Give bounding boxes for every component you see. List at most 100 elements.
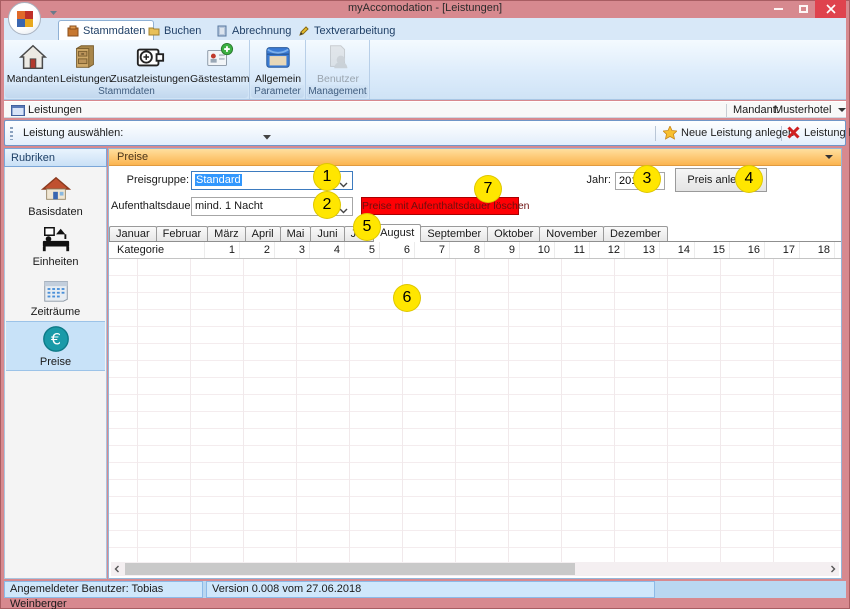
day-column-header: 7: [415, 242, 450, 258]
month-tab-maerz[interactable]: März: [207, 226, 245, 241]
mandant-label: Mandant:: [733, 104, 779, 116]
day-column-header: 10: [520, 242, 555, 258]
toolbar-grip-icon[interactable]: [10, 127, 13, 140]
status-bar: Angemeldeter Benutzer: Tobias Weinberger…: [4, 581, 846, 598]
leistungen-button[interactable]: Leistungen: [60, 42, 110, 86]
month-tab-januar[interactable]: Januar: [109, 226, 157, 241]
preise-panel: Preise Preisgruppe: Standard Aufenthalts…: [108, 148, 842, 579]
day-column-header: 1: [205, 242, 240, 258]
kategorie-column-header: Kategorie: [109, 242, 205, 258]
day-column-header: 13: [625, 242, 660, 258]
button-label: Allgemein: [251, 73, 305, 85]
day-column-header: 19: [835, 242, 841, 258]
mandanten-button[interactable]: Mandanten: [6, 42, 60, 86]
window-title: myAccomodation - [Leistungen]: [0, 2, 850, 14]
abrechnung-tab-icon: [216, 25, 228, 37]
month-tab-juni[interactable]: Juni: [310, 226, 344, 241]
tab-label: Stammdaten: [83, 25, 145, 37]
tab-textverarbeitung[interactable]: Textverarbeitung: [290, 21, 403, 40]
mandant-dropdown-icon[interactable]: [838, 108, 846, 112]
sidebar-header: Rubriken: [4, 148, 107, 167]
scroll-left-icon[interactable]: [112, 564, 122, 574]
month-tab-mai[interactable]: Mai: [280, 226, 312, 241]
button-label: Leistungen: [60, 73, 110, 85]
day-column-header: 5: [345, 242, 380, 258]
tab-label: Textverarbeitung: [314, 25, 395, 37]
tab-buchen[interactable]: Buchen: [140, 21, 209, 40]
divider: [781, 126, 782, 141]
sidebar-item-preise[interactable]: € Preise: [6, 321, 105, 371]
month-tab-november[interactable]: November: [539, 226, 604, 241]
leistung-select-label: Leistung auswählen:: [23, 127, 123, 139]
sidebar-item-einheiten[interactable]: Einheiten: [6, 221, 105, 271]
window-maximize-button[interactable]: [791, 0, 815, 18]
gaestestamm-button[interactable]: Gästestamm: [190, 42, 248, 86]
scroll-right-icon[interactable]: [828, 564, 838, 574]
svg-text:€: €: [50, 330, 60, 349]
leistung-toolbar: Leistung auswählen: Neue Leistung anlege…: [4, 120, 846, 146]
ribbon-tab-strip: Stammdaten Buchen Abrechnung Textverarbe…: [4, 18, 846, 40]
month-tab-dezember[interactable]: Dezember: [603, 226, 668, 241]
aufenthaltsdauer-value: mind. 1 Nacht: [195, 200, 263, 212]
leistung-loeschen-button[interactable]: Leistung löschen: [804, 127, 850, 139]
price-grid-header: Kategorie 1 2 3 4 5 6 7 8 9 10 11 12 13 …: [109, 242, 841, 259]
mandant-select-value[interactable]: Musterhotel: [774, 104, 831, 116]
ribbon: Mandanten Leistungen Zusatzleistungen Gä…: [4, 40, 846, 100]
neue-leistung-anlegen-button[interactable]: Neue Leistung anlegen: [681, 127, 794, 139]
user-file-icon: [323, 42, 353, 72]
month-tab-april[interactable]: April: [245, 226, 281, 241]
rubriken-sidebar: Rubriken Basisdaten Einheiten Zeiträume …: [4, 148, 107, 579]
button-label: Mandanten: [6, 73, 60, 85]
annotation-circle-1: 1: [313, 163, 341, 191]
sidebar-item-label: Einheiten: [33, 256, 79, 268]
month-tab-strip: Januar Februar März April Mai Juni Juli …: [109, 225, 841, 242]
annotation-circle-6: 6: [393, 284, 421, 312]
day-column-header: 16: [730, 242, 765, 258]
zusatzleistungen-button[interactable]: Zusatzleistungen: [110, 42, 190, 86]
title-bar: myAccomodation - [Leistungen]: [0, 0, 850, 18]
sidebar-item-label: Basisdaten: [28, 206, 82, 218]
panel-collapse-icon[interactable]: [825, 155, 833, 159]
annotation-circle-4: 4: [735, 165, 763, 193]
day-column-header: 6: [380, 242, 415, 258]
sidebar-item-zeitraeume[interactable]: Zeiträume: [6, 271, 105, 321]
scrollbar-thumb[interactable]: [125, 563, 575, 575]
basisdaten-house-icon: [41, 174, 71, 204]
leistung-combo-dropdown-icon[interactable]: [263, 131, 271, 143]
annotation-circle-5: 5: [353, 213, 381, 241]
month-tab-oktober[interactable]: Oktober: [487, 226, 540, 241]
annotation-circle-7: 7: [474, 175, 502, 203]
button-label: Benutzer: [308, 73, 368, 85]
ribbon-group-label: Stammdaten: [5, 85, 248, 98]
sidebar-item-label: Preise: [40, 356, 71, 368]
day-column-header: 4: [310, 242, 345, 258]
month-tab-september[interactable]: September: [420, 226, 488, 241]
logged-in-user-status: Angemeldeter Benutzer: Tobias Weinberger: [4, 581, 203, 598]
divider: [726, 104, 727, 117]
window-close-button[interactable]: [815, 0, 846, 18]
month-tab-februar[interactable]: Februar: [156, 226, 209, 241]
sidebar-item-basisdaten[interactable]: Basisdaten: [6, 171, 105, 221]
app-menu-button[interactable]: [8, 2, 41, 35]
horizontal-scrollbar[interactable]: [111, 562, 839, 576]
app-window: myAccomodation - [Leistungen] Stammdaten…: [0, 0, 850, 609]
tab-abrechnung[interactable]: Abrechnung: [208, 21, 299, 40]
day-column-header: 14: [660, 242, 695, 258]
quick-access-arrow-icon[interactable]: [50, 7, 57, 19]
panel-title: Preise: [117, 151, 148, 163]
preise-euro-icon: €: [41, 324, 71, 354]
price-grid-body: [109, 259, 841, 562]
buchen-tab-icon: [148, 25, 160, 37]
jahr-label: Jahr:: [575, 174, 611, 186]
ribbon-group-label: Management: [307, 85, 368, 98]
ribbon-group-label: Parameter: [251, 85, 304, 98]
day-column-header: 17: [765, 242, 800, 258]
button-label: Gästestamm: [190, 73, 248, 85]
allgemein-button[interactable]: Allgemein: [251, 42, 305, 86]
maximize-icon: [799, 5, 808, 13]
minimize-icon: [774, 8, 783, 10]
window-minimize-button[interactable]: [766, 0, 790, 18]
ribbon-group-parameter: Allgemein Parameter: [250, 40, 306, 99]
form-window-icon: [11, 105, 25, 116]
stammdaten-tab-icon: [67, 25, 79, 37]
